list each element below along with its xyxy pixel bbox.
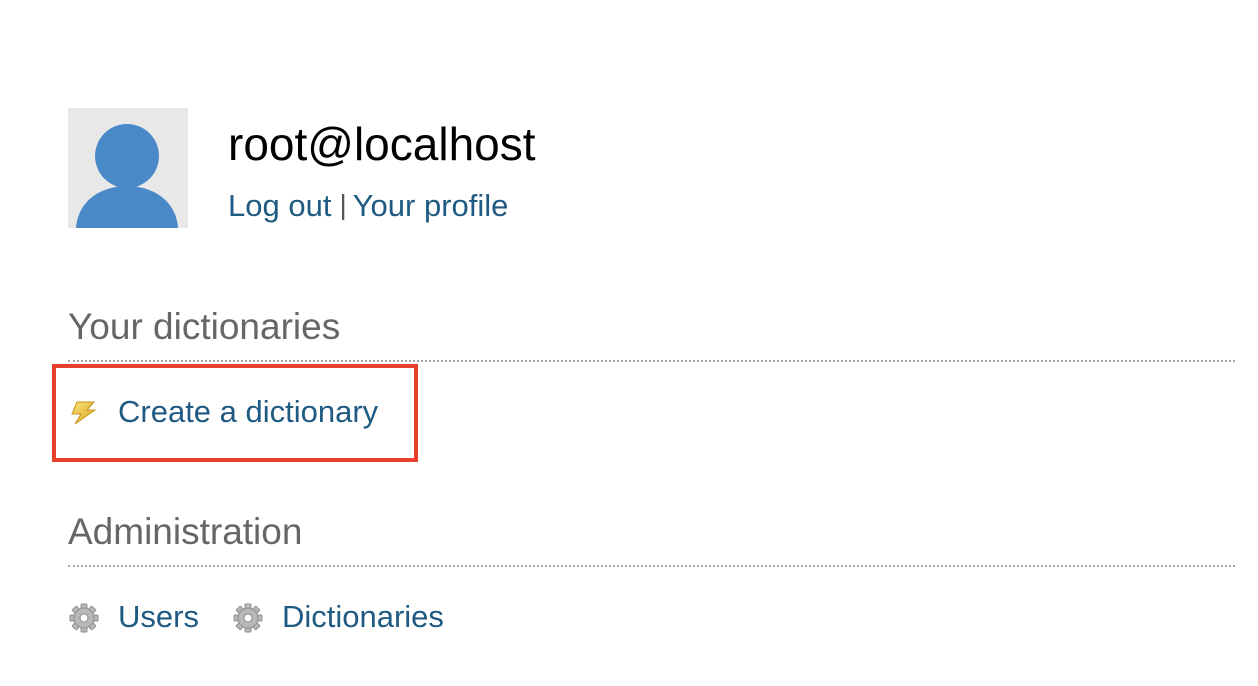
section-divider: [68, 565, 1235, 567]
avatar: [68, 108, 188, 228]
your-dictionaries-heading: Your dictionaries: [68, 306, 341, 347]
dashboard-page: root@localhost Log out | Your profile Your…: [0, 0, 1258, 686]
user-links: Log out | Your profile: [228, 186, 508, 227]
logout-link[interactable]: Log out: [228, 188, 331, 223]
link-separator: |: [339, 189, 347, 220]
admin-links-row: Users Dictionaries: [68, 597, 444, 637]
section-divider: [68, 360, 1235, 362]
profile-link[interactable]: Your profile: [353, 188, 509, 223]
gear-icon: [68, 601, 100, 633]
administration-heading: Administration: [68, 511, 303, 552]
admin-dictionaries-link[interactable]: Dictionaries: [282, 597, 444, 637]
create-dictionary-row[interactable]: Create a dictionary: [68, 392, 378, 432]
user-name: root@localhost: [228, 118, 536, 170]
admin-users-link[interactable]: Users: [118, 597, 199, 637]
user-silhouette-icon: [68, 108, 188, 228]
gear-icon: [232, 601, 264, 633]
create-dictionary-link[interactable]: Create a dictionary: [118, 392, 378, 432]
lightning-icon: [68, 396, 100, 428]
